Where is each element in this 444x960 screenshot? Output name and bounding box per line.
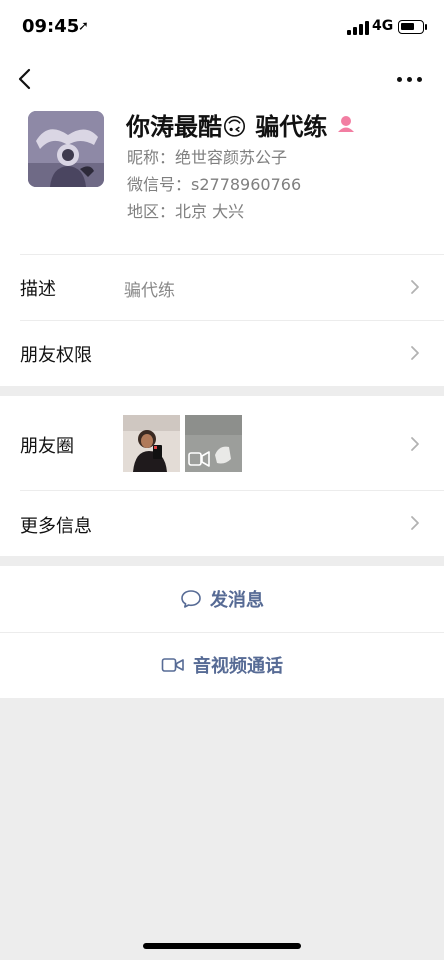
region: 地区：北京 大兴: [127, 202, 245, 221]
friend-permissions-row[interactable]: 朋友权限: [0, 320, 444, 386]
chevron-right-icon: [411, 437, 419, 451]
battery-icon: [398, 20, 424, 34]
av-call-label: 音视频通话: [193, 656, 283, 677]
signal-strength-icon: [347, 21, 369, 35]
video-call-icon: [161, 658, 184, 672]
chevron-right-icon: [411, 516, 419, 530]
more-dot: [417, 77, 422, 82]
more-button[interactable]: [394, 66, 426, 92]
nav-bar: [0, 56, 444, 106]
moments-row[interactable]: 朋友圈: [0, 396, 444, 490]
more-info-row[interactable]: 更多信息: [0, 490, 444, 556]
female-icon: [338, 116, 355, 132]
moments-video-thumbnail: [185, 415, 242, 472]
divider: [20, 320, 444, 321]
chevron-right-icon: [411, 346, 419, 360]
avatar-image: [28, 111, 104, 187]
battery-cap: [425, 24, 427, 30]
nickname: 昵称：绝世容颜苏公子: [127, 148, 288, 167]
avatar[interactable]: [28, 111, 104, 187]
home-indicator[interactable]: [143, 943, 301, 949]
name-row: 你涛最酷🙃 骗代练: [126, 108, 357, 141]
profile-name: 你涛最酷🙃 骗代练: [126, 112, 328, 141]
divider: [20, 490, 444, 491]
more-dots-icon: [397, 77, 402, 82]
send-message-label: 发消息: [210, 590, 264, 611]
chevron-right-icon: [411, 280, 419, 294]
more-info-label: 更多信息: [20, 516, 92, 537]
status-bar: 09:45 ➚ 4G: [0, 0, 444, 56]
divider: [0, 632, 444, 633]
wechat-id: 微信号：s2778960766: [127, 175, 302, 194]
back-button[interactable]: [14, 64, 40, 94]
chevron-left-icon: [18, 68, 31, 90]
description-value: 骗代练: [124, 281, 175, 301]
moments-photo-thumbnail: [123, 415, 180, 472]
message-bubble-icon: [181, 590, 201, 608]
send-message-button[interactable]: 发消息: [0, 566, 444, 632]
description-label: 描述: [20, 279, 56, 300]
description-row[interactable]: 描述 骗代练: [0, 254, 444, 320]
status-time: 09:45: [22, 16, 80, 37]
profile-header: 你涛最酷🙃 骗代练 昵称：绝世容颜苏公子 微信号：s2778960766 地区：…: [0, 106, 444, 254]
network-type: 4G: [372, 18, 394, 34]
divider: [20, 254, 444, 255]
moments-label: 朋友圈: [20, 436, 74, 457]
av-call-button[interactable]: 音视频通话: [0, 632, 444, 698]
friend-permissions-label: 朋友权限: [20, 345, 92, 366]
more-dot: [407, 77, 412, 82]
location-arrow-icon: ➚: [78, 19, 89, 34]
